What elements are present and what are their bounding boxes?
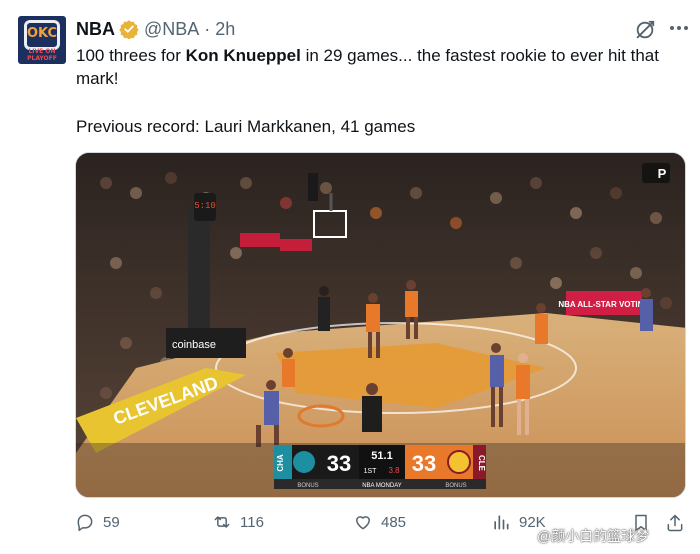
- home-bonus: BONUS: [445, 483, 466, 489]
- home-team-logo: [447, 450, 471, 474]
- period: 1ST: [364, 468, 378, 475]
- scorebug: CHA 33 51.1 1ST 3.8 33 CLE BONUS NBA MON…: [274, 445, 486, 489]
- away-team-abbr: CHA: [276, 454, 285, 472]
- repost-icon: [214, 516, 230, 528]
- repost-count: 116: [240, 513, 264, 531]
- away-bonus: BONUS: [297, 483, 318, 489]
- reply-count: 59: [103, 513, 120, 531]
- avatar[interactable]: OKC LIVE ON PLAYOFF: [18, 16, 66, 64]
- avatar-subtext: LIVE ON PLAYOFF: [27, 48, 57, 62]
- watermark: @颜小白的篮球梦: [537, 528, 650, 544]
- header-separator: ·: [204, 18, 211, 39]
- tweet-media[interactable]: CLEVELAND 5:10 coinbase NBA ALL-STAR VOT…: [75, 152, 686, 498]
- reply-icon: [77, 514, 93, 532]
- tweet-timestamp[interactable]: 2h: [215, 19, 235, 40]
- sponsor-text: coinbase: [172, 339, 216, 351]
- home-score: 33: [412, 451, 436, 476]
- account-name[interactable]: NBA: [76, 19, 115, 40]
- verified-badge-icon: [119, 20, 139, 39]
- share-icon[interactable]: [665, 513, 685, 533]
- like-button[interactable]: 485: [353, 512, 406, 532]
- svg-text:P: P: [658, 166, 667, 181]
- tweet-record-line: Previous record: Lauri Markkanen, 41 gam…: [76, 117, 416, 136]
- shot-clock: 3.8: [388, 466, 400, 475]
- game-screenshot: CLEVELAND 5:10 coinbase NBA ALL-STAR VOT…: [76, 153, 685, 497]
- allstar-text: NBA ALL-STAR VOTING: [558, 300, 649, 309]
- avatar-logo-text: OKC: [26, 26, 58, 41]
- reply-button[interactable]: 59: [75, 512, 120, 532]
- heart-icon: [356, 516, 370, 530]
- player-name: Kon Knueppel: [185, 46, 301, 65]
- grok-icon[interactable]: [634, 19, 656, 41]
- tweet-header: NBA @NBA · 2h: [76, 18, 235, 40]
- shot-clock-display: 5:10: [194, 201, 216, 211]
- repost-button[interactable]: 116: [212, 512, 264, 532]
- more-options-icon[interactable]: [670, 26, 688, 30]
- like-count: 485: [381, 513, 407, 531]
- account-handle[interactable]: @NBA: [144, 19, 199, 40]
- tweet-text: 100 threes for Kon Knueppel in 29 games.…: [76, 44, 676, 90]
- shot-clock-stand: [188, 203, 210, 333]
- game-clock: 51.1: [371, 450, 392, 462]
- views-icon: [494, 515, 509, 530]
- home-team-abbr: CLE: [477, 455, 486, 472]
- tweet-text-start: 100 threes for: [76, 46, 186, 65]
- network-label: NBA MONDAY: [362, 483, 402, 489]
- away-team-logo: [293, 451, 315, 473]
- away-score: 33: [327, 451, 351, 476]
